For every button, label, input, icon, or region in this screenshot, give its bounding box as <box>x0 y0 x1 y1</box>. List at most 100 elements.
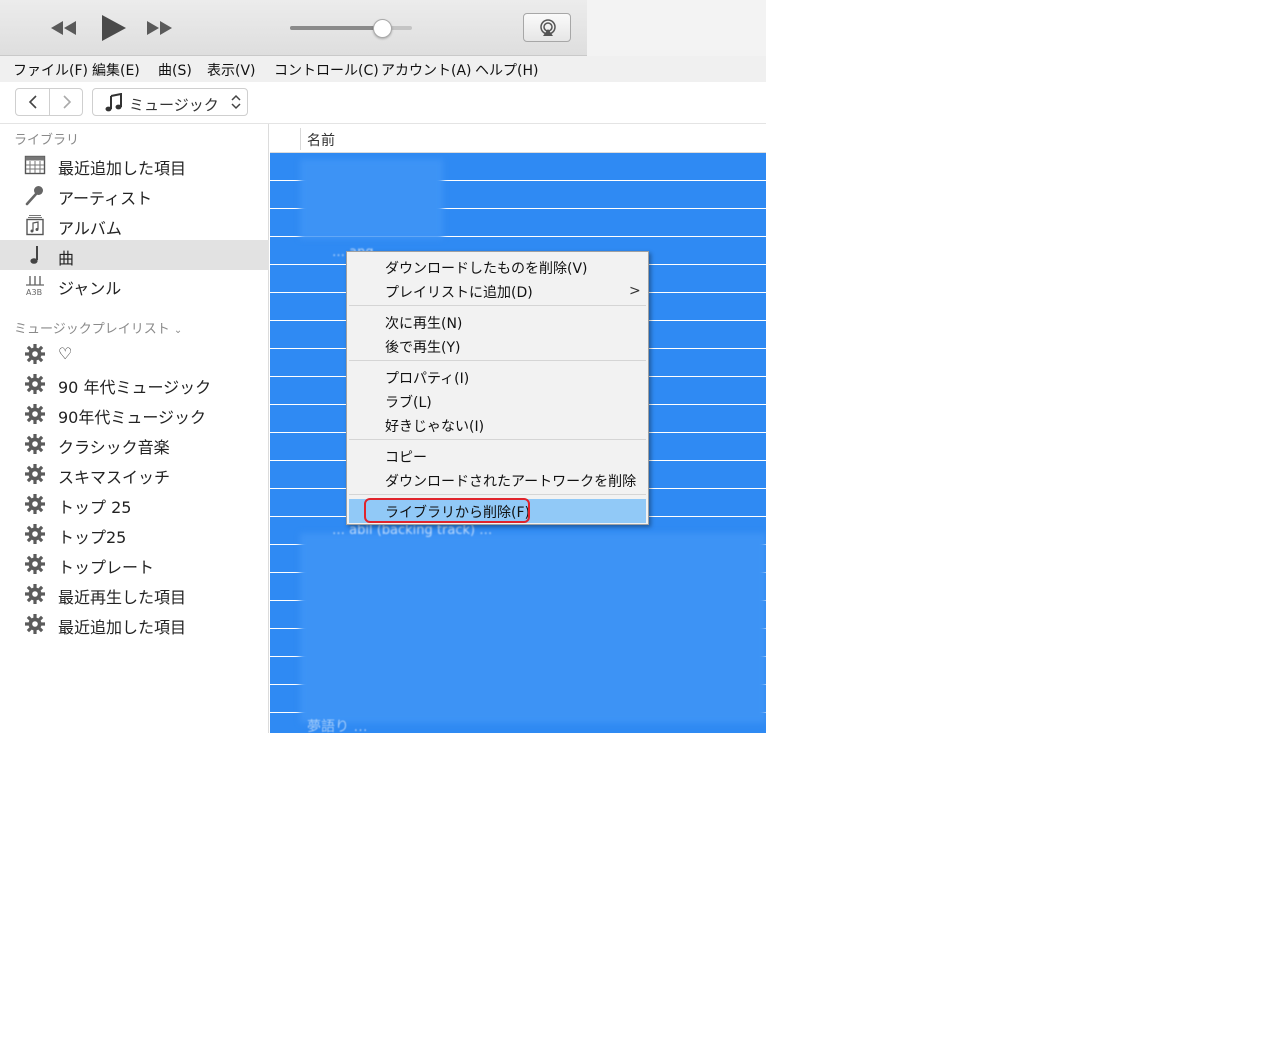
playlist-label: 90 年代ミュージック <box>58 378 212 397</box>
play-icon <box>102 15 126 41</box>
submenu-arrow-icon: > <box>629 283 641 299</box>
sidebar-playlist-top25[interactable]: トップ25 <box>0 519 269 549</box>
svg-text:A3B: A3B <box>26 288 42 296</box>
last-song-title: 夢語り … <box>307 719 368 733</box>
chevron-down-icon: ⌄ <box>173 325 183 336</box>
gear-icon <box>24 343 46 365</box>
menu-item-label: 後で再生(Y) <box>385 340 461 356</box>
menu-separator <box>349 439 646 440</box>
media-kind-selector[interactable]: ミュージック <box>92 88 248 116</box>
back-button[interactable] <box>16 89 49 115</box>
playlists-section-title[interactable]: ミュージックプレイリスト ⌄ <box>14 318 182 337</box>
menu-item-properties[interactable]: プロパティ(I) <box>349 365 646 389</box>
menu-item-label: コピー <box>385 450 427 466</box>
gear-icon <box>24 403 46 425</box>
sidebar-item-albums[interactable]: アルバム <box>0 210 269 240</box>
fast-forward-icon <box>147 21 172 35</box>
sidebar-playlist-recently-added[interactable]: 最近追加した項目 <box>0 609 269 639</box>
gear-icon <box>24 583 46 605</box>
gear-icon <box>24 613 46 635</box>
airplay-button[interactable] <box>523 13 571 42</box>
menu-item-label: プレイリストに追加(D) <box>385 285 533 301</box>
volume-fill <box>290 26 378 30</box>
history-buttons <box>15 88 83 116</box>
column-name-header[interactable]: 名前 <box>307 130 335 150</box>
sidebar-item-label: 曲 <box>58 249 75 268</box>
sidebar-playlist-top-rated[interactable]: トップレート <box>0 549 269 579</box>
menu-edit[interactable]: 編集(E) <box>92 60 140 80</box>
menu-item-play-later[interactable]: 後で再生(Y) <box>349 334 646 358</box>
rewind-icon <box>51 21 76 35</box>
list-header: 名前 <box>270 124 766 153</box>
sidebar-playlist-sukima-switch[interactable]: スキマスイッチ <box>0 459 269 489</box>
player-toolbar <box>0 0 766 56</box>
menu-account[interactable]: アカウント(A) <box>381 60 472 80</box>
play-button[interactable] <box>96 12 130 44</box>
column-divider <box>300 128 301 150</box>
menu-item-remove-download[interactable]: ダウンロードしたものを削除(V) <box>349 255 646 279</box>
playlist-label: ♡ <box>58 344 73 363</box>
sidebar: ライブラリ 最近追加した項目 アーティスト アルバム 曲 A3B ジャンル ミュ… <box>0 124 269 733</box>
menu-item-copy[interactable]: コピー <box>349 444 646 468</box>
fast-forward-button[interactable] <box>143 12 177 44</box>
sidebar-item-label: アーティスト <box>58 189 153 208</box>
gear-icon <box>24 433 46 455</box>
playlist-label: スキマスイッチ <box>58 468 171 487</box>
sidebar-item-genres[interactable]: A3B ジャンル <box>0 270 269 300</box>
sidebar-item-songs[interactable]: 曲 <box>0 240 269 270</box>
menu-separator <box>349 305 646 306</box>
menu-controls[interactable]: コントロール(C) <box>274 60 379 80</box>
calendar-grid-icon <box>24 155 46 175</box>
menu-item-label: ラブ(L) <box>385 395 432 411</box>
volume-knob[interactable] <box>373 19 392 38</box>
menu-item-love[interactable]: ラブ(L) <box>349 389 646 413</box>
chevron-left-icon <box>28 95 37 109</box>
gear-icon <box>24 373 46 395</box>
playlist-label: トップ 25 <box>58 498 132 517</box>
sidebar-playlist-90s-music[interactable]: 90 年代ミュージック <box>0 369 269 399</box>
music-note-icon <box>105 93 122 112</box>
gear-icon <box>24 463 46 485</box>
menu-song[interactable]: 曲(S) <box>158 60 192 80</box>
sidebar-playlist-heart[interactable]: ♡ <box>0 339 269 369</box>
menu-help[interactable]: ヘルプ(H) <box>475 60 538 80</box>
chevron-right-icon <box>63 95 72 109</box>
sidebar-item-label: ジャンル <box>58 279 122 298</box>
volume-slider[interactable] <box>290 26 412 30</box>
music-note-icon <box>30 246 38 264</box>
updown-arrow-icon <box>231 94 241 110</box>
context-menu: ダウンロードしたものを削除(V) プレイリストに追加(D) > 次に再生(N) … <box>346 251 649 525</box>
toolbar-display-area <box>587 0 766 56</box>
menu-separator <box>349 494 646 495</box>
sidebar-playlist-classical[interactable]: クラシック音楽 <box>0 429 269 459</box>
microphone-icon <box>25 186 43 206</box>
genre-icon: A3B <box>26 276 44 296</box>
gear-icon <box>24 493 46 515</box>
menu-item-label: プロパティ(I) <box>385 371 470 387</box>
playlist-label: トップレート <box>58 558 155 577</box>
playlist-label: 90年代ミュージック <box>58 408 207 427</box>
menu-item-label: ダウンロードしたものを削除(V) <box>385 261 588 277</box>
menu-file[interactable]: ファイル(F) <box>13 60 88 80</box>
sidebar-item-artists[interactable]: アーティスト <box>0 180 269 210</box>
menu-separator <box>349 360 646 361</box>
menu-item-dislike[interactable]: 好きじゃない(I) <box>349 413 646 437</box>
menu-item-label: 好きじゃない(I) <box>385 419 485 435</box>
annotation-highlight-box <box>364 498 530 523</box>
menu-item-add-to-playlist[interactable]: プレイリストに追加(D) > <box>349 279 646 303</box>
menu-item-play-next[interactable]: 次に再生(N) <box>349 310 646 334</box>
library-section-title: ライブラリ <box>14 133 80 148</box>
gear-icon <box>24 553 46 575</box>
forward-button[interactable] <box>50 89 83 115</box>
sidebar-playlist-recently-played[interactable]: 最近再生した項目 <box>0 579 269 609</box>
album-stack-icon <box>26 215 44 236</box>
menu-item-label: ダウンロードされたアートワークを削除 <box>385 474 637 490</box>
playlist-label: クラシック音楽 <box>58 438 170 457</box>
sidebar-playlist-top-25[interactable]: トップ 25 <box>0 489 269 519</box>
sidebar-item-recently-added[interactable]: 最近追加した項目 <box>0 150 269 180</box>
menu-view[interactable]: 表示(V) <box>207 60 256 80</box>
menu-item-remove-artwork[interactable]: ダウンロードされたアートワークを削除 <box>349 468 646 492</box>
rewind-button[interactable] <box>47 12 81 44</box>
playlists-title-label: ミュージックプレイリスト <box>14 322 170 337</box>
sidebar-playlist-90s-music-2[interactable]: 90年代ミュージック <box>0 399 269 429</box>
